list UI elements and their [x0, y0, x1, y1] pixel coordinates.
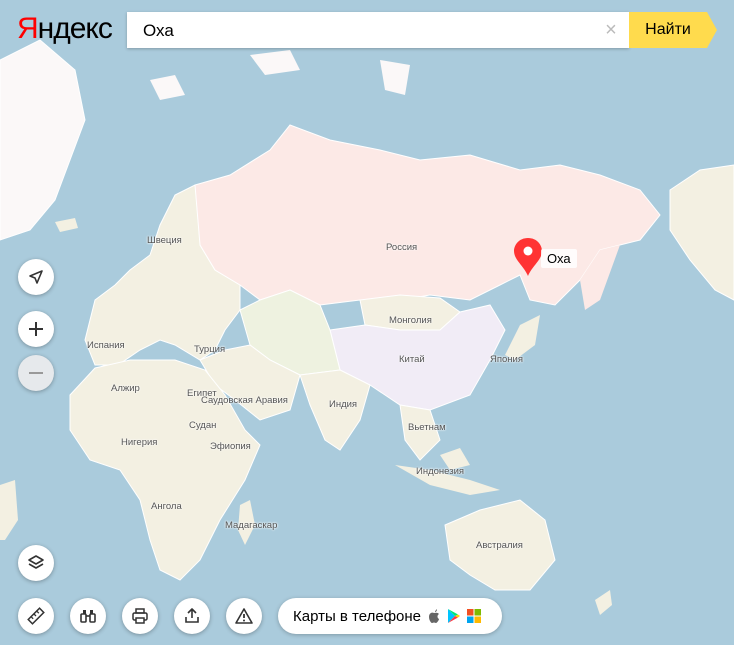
map-label-india: Индия — [329, 399, 358, 410]
zoom-in-button[interactable] — [18, 311, 54, 347]
map-label-china: Китай — [399, 354, 425, 365]
printer-icon — [132, 608, 148, 624]
search-bar: × Найти — [127, 12, 717, 50]
print-button[interactable] — [122, 598, 158, 634]
logo-rest: ндекс — [37, 12, 113, 45]
logo-first-letter: Я — [17, 12, 39, 45]
find-button[interactable]: Найти — [629, 12, 717, 48]
windows-icon — [467, 609, 481, 623]
warning-icon — [235, 608, 253, 624]
map-label-saudi: Саудовская Аравия — [201, 395, 288, 406]
clear-icon[interactable]: × — [601, 20, 621, 40]
location-arrow-icon — [29, 270, 43, 284]
map-label-spain: Испания — [87, 340, 125, 351]
layers-button[interactable] — [18, 545, 54, 581]
map-label-sweden: Швеция — [147, 235, 182, 246]
search-input[interactable] — [141, 12, 595, 50]
plus-icon — [29, 322, 43, 336]
zoom-out-button[interactable] — [18, 355, 54, 391]
binoculars-icon — [80, 610, 96, 623]
report-button[interactable] — [226, 598, 262, 634]
yandex-logo[interactable]: Яндекс — [17, 10, 113, 48]
marker-label[interactable]: Оха — [541, 249, 577, 268]
locate-button[interactable] — [18, 259, 54, 295]
map-label-mongolia: Монголия — [389, 315, 432, 326]
apple-icon — [429, 609, 439, 623]
minus-icon — [29, 372, 43, 374]
google-play-icon — [448, 609, 460, 623]
map-label-ethiopia: Эфиопия — [210, 441, 251, 452]
map-label-angola: Ангола — [151, 501, 182, 512]
map-label-australia: Австралия — [476, 540, 523, 551]
layers-icon — [28, 555, 44, 569]
map-label-vietnam: Вьетнам — [408, 422, 446, 433]
map-label-sudan: Судан — [189, 420, 217, 431]
map-label-madagascar: Мадагаскар — [225, 520, 278, 531]
map-label-nigeria: Нигерия — [121, 437, 158, 448]
map-label-turkey: Турция — [194, 344, 226, 355]
ruler-icon — [27, 607, 45, 625]
map-label-indonesia: Индонезия — [416, 466, 465, 477]
search-box: × — [127, 12, 629, 50]
ruler-button[interactable] — [18, 598, 54, 634]
map-label-russia: Россия — [386, 242, 418, 253]
maps-on-phone-label: Карты в телефоне — [293, 607, 421, 625]
maps-on-phone-button[interactable]: Карты в телефоне — [278, 598, 502, 634]
map-label-algeria: Алжир — [111, 383, 140, 394]
map-label-japan: Япония — [490, 354, 523, 365]
share-icon — [185, 608, 199, 623]
world-map[interactable] — [0, 0, 734, 645]
panorama-button[interactable] — [70, 598, 106, 634]
share-button[interactable] — [174, 598, 210, 634]
